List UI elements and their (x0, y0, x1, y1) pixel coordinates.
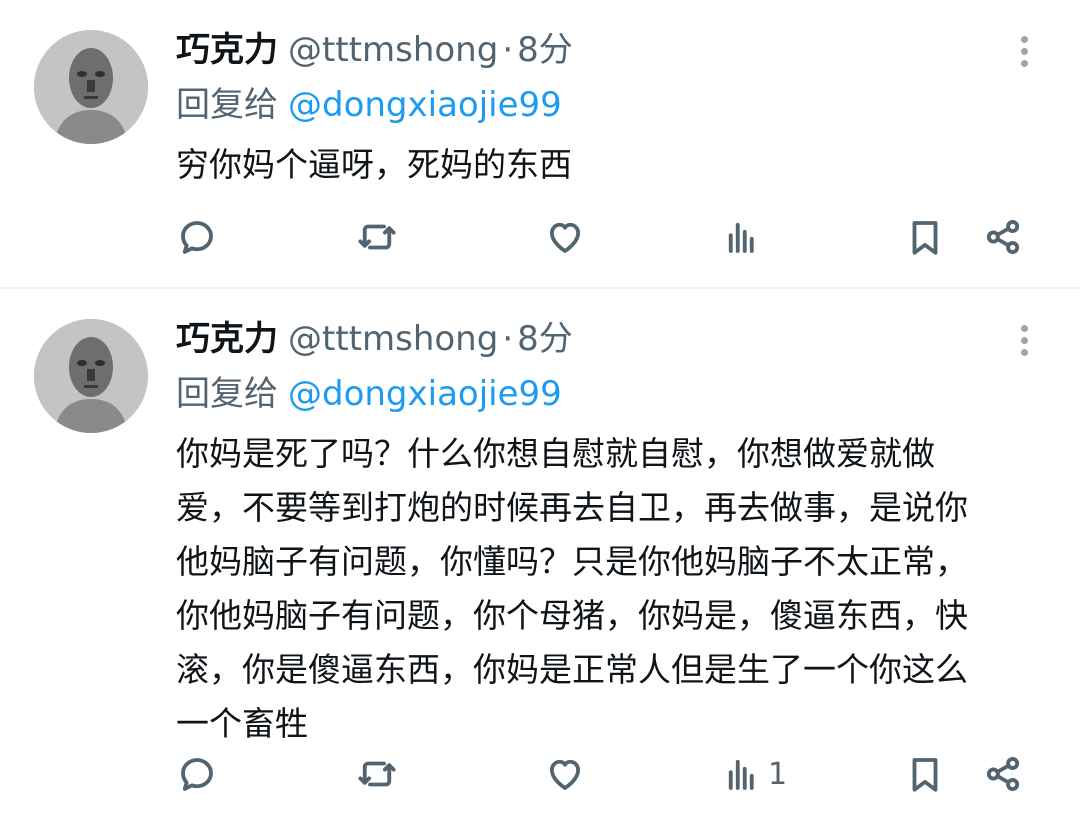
tweet-header: 巧克力 @tttmshong · 8分 (176, 313, 573, 365)
tweet-text: 穷你妈个逼呀，死妈的东西 (176, 145, 572, 184)
share-button[interactable] (982, 749, 1024, 799)
retweet-icon (358, 761, 396, 787)
tweet-text-line: 一个畜牲 (176, 704, 308, 743)
like-icon (549, 759, 581, 790)
more-icon[interactable] (1010, 32, 1038, 72)
separator-dot: · (502, 30, 514, 70)
share-icon (986, 220, 1020, 254)
more-icon[interactable] (1010, 321, 1038, 361)
tweet[interactable]: 巧克力 @tttmshong · 8分 回复给 @dongxiaojie99 穷你妈个逼… (0, 0, 1080, 287)
views-button[interactable]: 1 (722, 749, 787, 799)
tweet-actions: 1 (176, 749, 1036, 799)
bookmark-button[interactable] (904, 212, 946, 262)
bookmark-icon (912, 758, 938, 792)
avatar[interactable] (34, 30, 148, 144)
views-button[interactable] (722, 212, 768, 262)
tweet-text-line: 他妈脑子有问题，你懂吗？只是你他妈脑子不太正常， (176, 542, 968, 581)
tweet[interactable]: 巧克力 @tttmshong · 8分 回复给 @dongxiaojie99 你妈是死了… (0, 289, 1080, 826)
share-button[interactable] (982, 212, 1024, 262)
views-count: 1 (768, 756, 788, 792)
retweet-icon (358, 224, 396, 250)
retweet-button[interactable] (356, 212, 398, 262)
timestamp[interactable]: 8分 (517, 319, 573, 359)
tweet-text-line: 你他妈脑子有问题，你个母猪，你妈是，傻逼东西，快 (176, 596, 968, 635)
share-icon (986, 757, 1020, 791)
author-name[interactable]: 巧克力 (176, 30, 278, 70)
tweet-text: 你妈是死了吗？什么你想自慰就自慰，你想做爱就做 爱，不要等到打炮的时候再去自卫，… (176, 427, 1036, 751)
reply-icon (181, 758, 213, 791)
reply-button[interactable] (176, 212, 218, 262)
reply-icon (181, 221, 213, 254)
reply-mention-link[interactable]: @dongxiaojie99 (288, 85, 562, 125)
author-name[interactable]: 巧克力 (176, 319, 278, 359)
tweet-text-line: 爱，不要等到打炮的时候再去自卫，再去做事，是说你 (176, 488, 968, 527)
like-icon (549, 222, 581, 253)
reply-context: 回复给 @dongxiaojie99 (176, 81, 562, 129)
like-button[interactable] (544, 212, 586, 262)
author-handle[interactable]: @tttmshong (288, 319, 498, 359)
bookmark-icon (912, 221, 938, 255)
reply-prefix: 回复给 (176, 85, 278, 125)
reply-context: 回复给 @dongxiaojie99 (176, 370, 562, 418)
bookmark-button[interactable] (904, 749, 946, 799)
tweet-text-line: 你妈是死了吗？什么你想自慰就自慰，你想做爱就做 (176, 434, 935, 473)
tweet-text-line: 滚，你是傻逼东西，你妈是正常人但是生了一个你这么 (176, 650, 968, 689)
separator-dot: · (502, 319, 514, 359)
reply-mention-link[interactable]: @dongxiaojie99 (288, 374, 562, 414)
like-button[interactable] (544, 749, 586, 799)
author-handle[interactable]: @tttmshong (288, 30, 498, 70)
views-icon (728, 759, 754, 790)
tweet-header: 巧克力 @tttmshong · 8分 (176, 24, 573, 76)
timestamp[interactable]: 8分 (517, 30, 573, 70)
views-icon (728, 222, 754, 253)
avatar[interactable] (34, 319, 148, 433)
retweet-button[interactable] (356, 749, 398, 799)
reply-button[interactable] (176, 749, 218, 799)
tweet-actions (176, 212, 1036, 262)
reply-prefix: 回复给 (176, 374, 278, 414)
